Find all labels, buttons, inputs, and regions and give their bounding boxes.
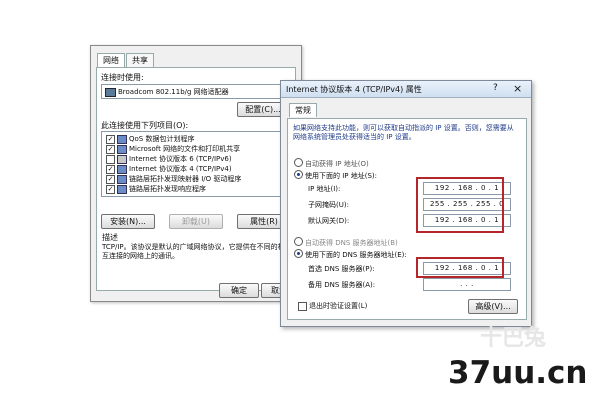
- components-list: ✓ QoS 数据包计划程序 ✓ Microsoft 网络的文件和打印机共享 Inte…: [101, 131, 291, 197]
- component-label: Internet 协议版本 6 (TCP/IPv6): [129, 155, 232, 163]
- checkbox[interactable]: [106, 154, 115, 164]
- component-label: Microsoft 网络的文件和打印机共享: [129, 145, 241, 153]
- ip-settings-highlight-box: [416, 177, 504, 233]
- auto-ip-radio[interactable]: 自动获得 IP 地址(O): [294, 157, 369, 169]
- component-icon: [117, 154, 127, 164]
- manual-dns-radio[interactable]: 使用下面的 DNS 服务器地址(E):: [294, 248, 407, 260]
- close-icon[interactable]: ×: [513, 82, 522, 95]
- subnet-mask-label: 子网掩码(U):: [308, 201, 349, 209]
- help-icon[interactable]: ?: [493, 83, 498, 93]
- checkbox[interactable]: ✓: [106, 184, 115, 194]
- list-item[interactable]: ✓ Internet 协议版本 4 (TCP/IPv4): [106, 164, 232, 174]
- checkbox[interactable]: ✓: [106, 174, 115, 184]
- auto-dns-radio[interactable]: 自动获得 DNS 服务器地址(B): [294, 236, 398, 248]
- network-adapter-icon: [105, 88, 116, 97]
- dns-settings-highlight-box: [416, 257, 504, 278]
- checkbox[interactable]: ✓: [106, 134, 115, 144]
- description-label: 描述: [102, 233, 118, 242]
- alternate-dns-label: 备用 DNS 服务器(A):: [308, 281, 376, 289]
- dialog-title: Internet 协议版本 4 (TCP/IPv4) 属性: [286, 85, 422, 94]
- component-icon: [117, 174, 127, 184]
- items-label: 此连接使用下列项目(O):: [101, 121, 189, 130]
- adapter-name: Broadcom 802.11b/g 网络适配器: [118, 88, 229, 96]
- component-icon: [117, 184, 127, 194]
- list-item[interactable]: Internet 协议版本 6 (TCP/IPv6): [106, 154, 232, 164]
- component-icon: [117, 134, 127, 144]
- radio-icon: [294, 158, 303, 167]
- checkbox[interactable]: ✓: [106, 164, 115, 174]
- tab-network[interactable]: 网络: [97, 53, 125, 67]
- component-icon: [117, 164, 127, 174]
- component-label: Internet 协议版本 4 (TCP/IPv4): [129, 165, 232, 173]
- component-label: 链路层拓扑发现映射器 I/O 驱动程序: [129, 175, 242, 183]
- tab-sharing[interactable]: 共享: [126, 53, 154, 67]
- ip-address-label: IP 地址(I):: [308, 185, 341, 193]
- network-properties-dialog: 网络 共享 连接时使用: Broadcom 802.11b/g 网络适配器 配置…: [90, 45, 302, 302]
- default-gateway-label: 默认网关(D):: [308, 217, 350, 225]
- list-item[interactable]: ✓ 链路层拓扑发现映射器 I/O 驱动程序: [106, 174, 241, 184]
- adapter-field: Broadcom 802.11b/g 网络适配器: [101, 84, 291, 99]
- uninstall-button[interactable]: 卸载(U): [169, 214, 223, 229]
- preferred-dns-label: 首选 DNS 服务器(P):: [308, 265, 375, 273]
- manual-ip-radio[interactable]: 使用下面的 IP 地址(S):: [294, 169, 377, 181]
- radio-selected-icon: [294, 170, 303, 179]
- alternate-dns-field[interactable]: . . .: [423, 278, 511, 291]
- radio-selected-icon: [294, 249, 303, 258]
- list-item[interactable]: ✓ Microsoft 网络的文件和打印机共享: [106, 144, 240, 154]
- tab-general[interactable]: 常规: [289, 103, 317, 117]
- component-label: 链路层拓扑发现响应程序: [129, 185, 206, 193]
- faint-watermark-logo: 十巴兔: [480, 326, 547, 351]
- network-tab-panel: 连接时使用: Broadcom 802.11b/g 网络适配器 配置(C)...…: [96, 67, 296, 291]
- tab-strip: 网络 共享: [97, 53, 155, 67]
- list-item[interactable]: ✓ QoS 数据包计划程序: [106, 134, 194, 144]
- radio-icon: [294, 237, 303, 246]
- list-item[interactable]: ✓ 链路层拓扑发现响应程序: [106, 184, 206, 194]
- intro-text: 如果网络支持此功能，则可以获取自动指派的 IP 设置。否则，您需要从网络系统管理…: [293, 124, 514, 141]
- description-text: TCP/IP。该协议是默认的广域网络协议，它提供在不同的相互连接的网络上的通讯。: [102, 243, 285, 260]
- advanced-button[interactable]: 高级(V)...: [468, 299, 518, 314]
- title-bar: Internet 协议版本 4 (TCP/IPv4) 属性 ? ×: [281, 81, 531, 98]
- component-label: QoS 数据包计划程序: [129, 135, 195, 143]
- checkbox[interactable]: ✓: [106, 144, 115, 154]
- validate-on-exit-checkbox[interactable]: 退出时验证设置(L): [298, 301, 367, 311]
- install-button[interactable]: 安装(N)...: [101, 214, 155, 229]
- site-watermark: 37uu.cn: [448, 355, 588, 391]
- ok-button[interactable]: 确定: [219, 283, 259, 298]
- connect-using-label: 连接时使用:: [101, 73, 144, 82]
- component-icon: [117, 144, 127, 154]
